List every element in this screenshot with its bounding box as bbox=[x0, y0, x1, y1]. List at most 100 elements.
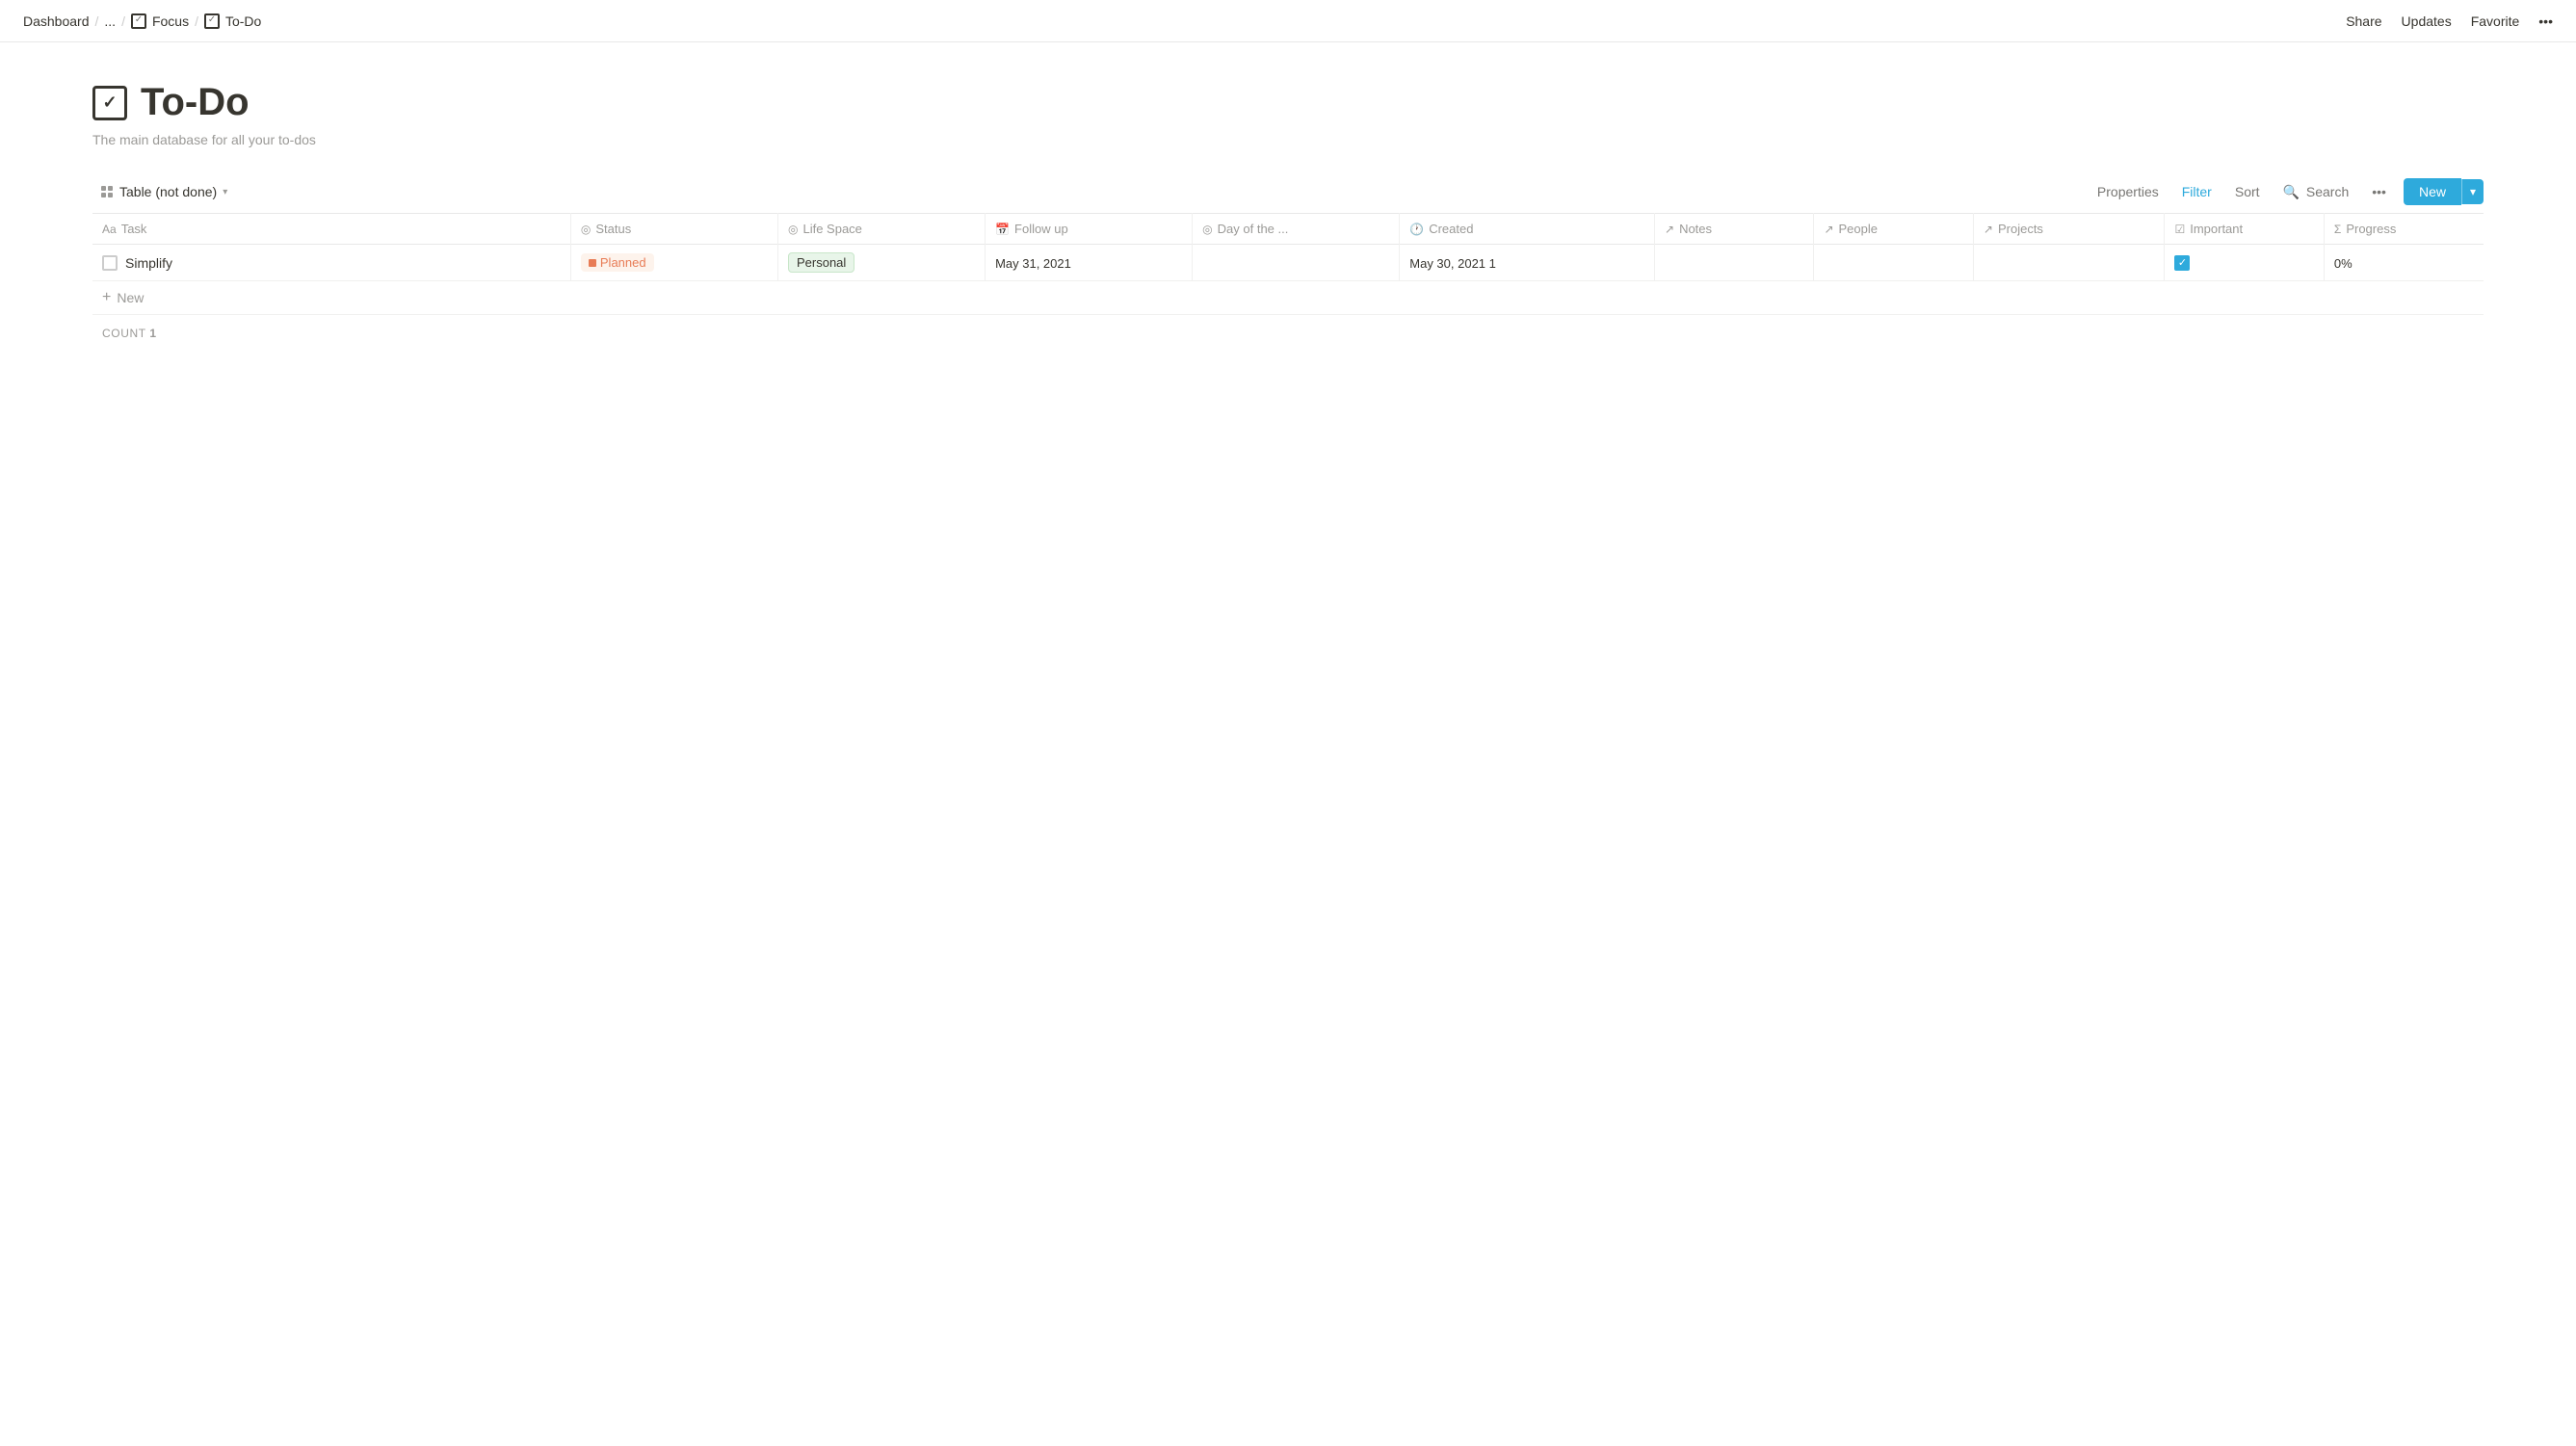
page-title-icon bbox=[92, 86, 127, 120]
followup-cell[interactable]: May 31, 2021 bbox=[986, 245, 1193, 281]
properties-button[interactable]: Properties bbox=[2091, 180, 2165, 203]
toolbar-right: Properties Filter Sort 🔍 Search ••• New … bbox=[2091, 178, 2484, 205]
important-col-label: Important bbox=[2190, 222, 2243, 236]
sort-button[interactable]: Sort bbox=[2229, 180, 2266, 203]
breadcrumb-focus[interactable]: Focus bbox=[152, 13, 189, 29]
breadcrumb-sep-2: / bbox=[121, 13, 125, 29]
count-label: COUNT bbox=[102, 327, 145, 340]
count-row: COUNT 1 bbox=[92, 315, 2484, 352]
page-title: To-Do bbox=[141, 81, 250, 124]
nav-actions: Share Updates Favorite ••• bbox=[2346, 13, 2553, 29]
followup-col-icon: 📅 bbox=[995, 223, 1010, 236]
progress-cell: 0% bbox=[2324, 245, 2484, 281]
created-cell[interactable]: May 30, 2021 1 bbox=[1400, 245, 1655, 281]
status-col-icon: ◎ bbox=[581, 223, 591, 236]
data-table: Aa Task ◎ Status ◎ Life Space bbox=[92, 213, 2484, 281]
status-value: Planned bbox=[600, 255, 646, 270]
important-col-icon: ☑ bbox=[2174, 223, 2185, 236]
search-label: Search bbox=[2306, 184, 2349, 199]
toolbar: Table (not done) ▾ Properties Filter Sor… bbox=[92, 178, 2484, 205]
people-col-label: People bbox=[1839, 222, 1878, 236]
important-cell[interactable]: ✓ bbox=[2165, 245, 2324, 281]
table-container: Aa Task ◎ Status ◎ Life Space bbox=[92, 213, 2484, 352]
new-button-dropdown[interactable]: ▾ bbox=[2461, 179, 2484, 204]
important-checkbox[interactable]: ✓ bbox=[2174, 255, 2190, 271]
table-header-row: Aa Task ◎ Status ◎ Life Space bbox=[92, 214, 2484, 245]
task-row-checkbox[interactable] bbox=[102, 255, 118, 271]
col-header-dayof[interactable]: ◎ Day of the ... bbox=[1193, 214, 1400, 245]
count-value: 1 bbox=[149, 327, 156, 340]
progress-col-label: Progress bbox=[2346, 222, 2396, 236]
focus-checkbox-icon bbox=[131, 13, 146, 29]
table-row: Simplify Planned Personal May 31, 2021 bbox=[92, 245, 2484, 281]
share-button[interactable]: Share bbox=[2346, 13, 2381, 29]
col-header-followup[interactable]: 📅 Follow up bbox=[986, 214, 1193, 245]
table-view-button[interactable]: Table (not done) ▾ bbox=[92, 180, 235, 203]
col-header-notes[interactable]: ↗ Notes bbox=[1655, 214, 1814, 245]
favorite-button[interactable]: Favorite bbox=[2471, 13, 2520, 29]
more-nav-button[interactable]: ••• bbox=[2538, 13, 2553, 29]
status-col-label: Status bbox=[595, 222, 631, 236]
status-dot-icon bbox=[589, 259, 596, 267]
page-description: The main database for all your to-dos bbox=[92, 132, 2484, 147]
followup-value: May 31, 2021 bbox=[995, 256, 1071, 271]
col-header-task[interactable]: Aa Task bbox=[92, 214, 570, 245]
people-col-icon: ↗ bbox=[1824, 223, 1833, 236]
task-col-label: Task bbox=[121, 222, 147, 236]
people-cell[interactable] bbox=[1814, 245, 1973, 281]
search-icon: 🔍 bbox=[2283, 184, 2300, 199]
breadcrumb-todo[interactable]: To-Do bbox=[225, 13, 261, 29]
page-content: To-Do The main database for all your to-… bbox=[0, 42, 2576, 390]
lifespace-cell[interactable]: Personal bbox=[777, 245, 985, 281]
task-cell[interactable]: Simplify bbox=[92, 245, 570, 281]
breadcrumb: Dashboard / ... / Focus / To-Do bbox=[23, 13, 261, 29]
status-badge: Planned bbox=[581, 253, 654, 272]
filter-button[interactable]: Filter bbox=[2176, 180, 2218, 203]
created-col-icon: 🕐 bbox=[1409, 223, 1424, 236]
col-header-people[interactable]: ↗ People bbox=[1814, 214, 1973, 245]
dayof-col-label: Day of the ... bbox=[1218, 222, 1289, 236]
notes-cell[interactable] bbox=[1655, 245, 1814, 281]
chevron-down-icon: ▾ bbox=[223, 187, 227, 197]
col-header-created[interactable]: 🕐 Created bbox=[1400, 214, 1655, 245]
new-button-container: New ▾ bbox=[2404, 178, 2484, 205]
toolbar-left: Table (not done) ▾ bbox=[92, 180, 235, 203]
col-header-status[interactable]: ◎ Status bbox=[570, 214, 777, 245]
followup-col-label: Follow up bbox=[1014, 222, 1068, 236]
created-value: May 30, 2021 1 bbox=[1409, 256, 1496, 271]
breadcrumb-ellipsis[interactable]: ... bbox=[104, 13, 116, 29]
created-col-label: Created bbox=[1429, 222, 1473, 236]
notes-col-label: Notes bbox=[1679, 222, 1712, 236]
task-col-icon: Aa bbox=[102, 223, 117, 236]
progress-value: 0% bbox=[2334, 256, 2353, 271]
updates-button[interactable]: Updates bbox=[2402, 13, 2452, 29]
col-header-projects[interactable]: ↗ Projects bbox=[1973, 214, 2165, 245]
page-header: To-Do bbox=[92, 81, 2484, 124]
lifespace-badge: Personal bbox=[788, 252, 854, 273]
table-view-icon bbox=[100, 185, 114, 198]
projects-col-icon: ↗ bbox=[1984, 223, 1993, 236]
new-button[interactable]: New bbox=[2404, 178, 2461, 205]
projects-cell[interactable] bbox=[1973, 245, 2165, 281]
lifespace-col-icon: ◎ bbox=[788, 223, 798, 236]
dayof-col-icon: ◎ bbox=[1202, 223, 1212, 236]
col-header-important[interactable]: ☑ Important bbox=[2165, 214, 2324, 245]
add-row-label: New bbox=[117, 290, 144, 305]
search-button[interactable]: 🔍 Search bbox=[2277, 180, 2355, 204]
breadcrumb-dashboard[interactable]: Dashboard bbox=[23, 13, 90, 29]
dayof-cell[interactable] bbox=[1193, 245, 1400, 281]
progress-col-icon: Σ bbox=[2334, 223, 2341, 236]
table-view-label: Table (not done) bbox=[119, 184, 217, 199]
add-row-plus-icon: + bbox=[102, 289, 111, 306]
add-new-row[interactable]: + New bbox=[92, 281, 2484, 315]
notes-col-icon: ↗ bbox=[1665, 223, 1674, 236]
breadcrumb-sep-1: / bbox=[95, 13, 99, 29]
col-header-progress[interactable]: Σ Progress bbox=[2324, 214, 2484, 245]
breadcrumb-sep-3: / bbox=[195, 13, 198, 29]
more-options-button[interactable]: ••• bbox=[2366, 180, 2392, 203]
col-header-lifespace[interactable]: ◎ Life Space bbox=[777, 214, 985, 245]
todo-checkbox-icon bbox=[204, 13, 220, 29]
status-cell[interactable]: Planned bbox=[570, 245, 777, 281]
projects-col-label: Projects bbox=[1998, 222, 2043, 236]
task-name[interactable]: Simplify bbox=[125, 255, 172, 271]
